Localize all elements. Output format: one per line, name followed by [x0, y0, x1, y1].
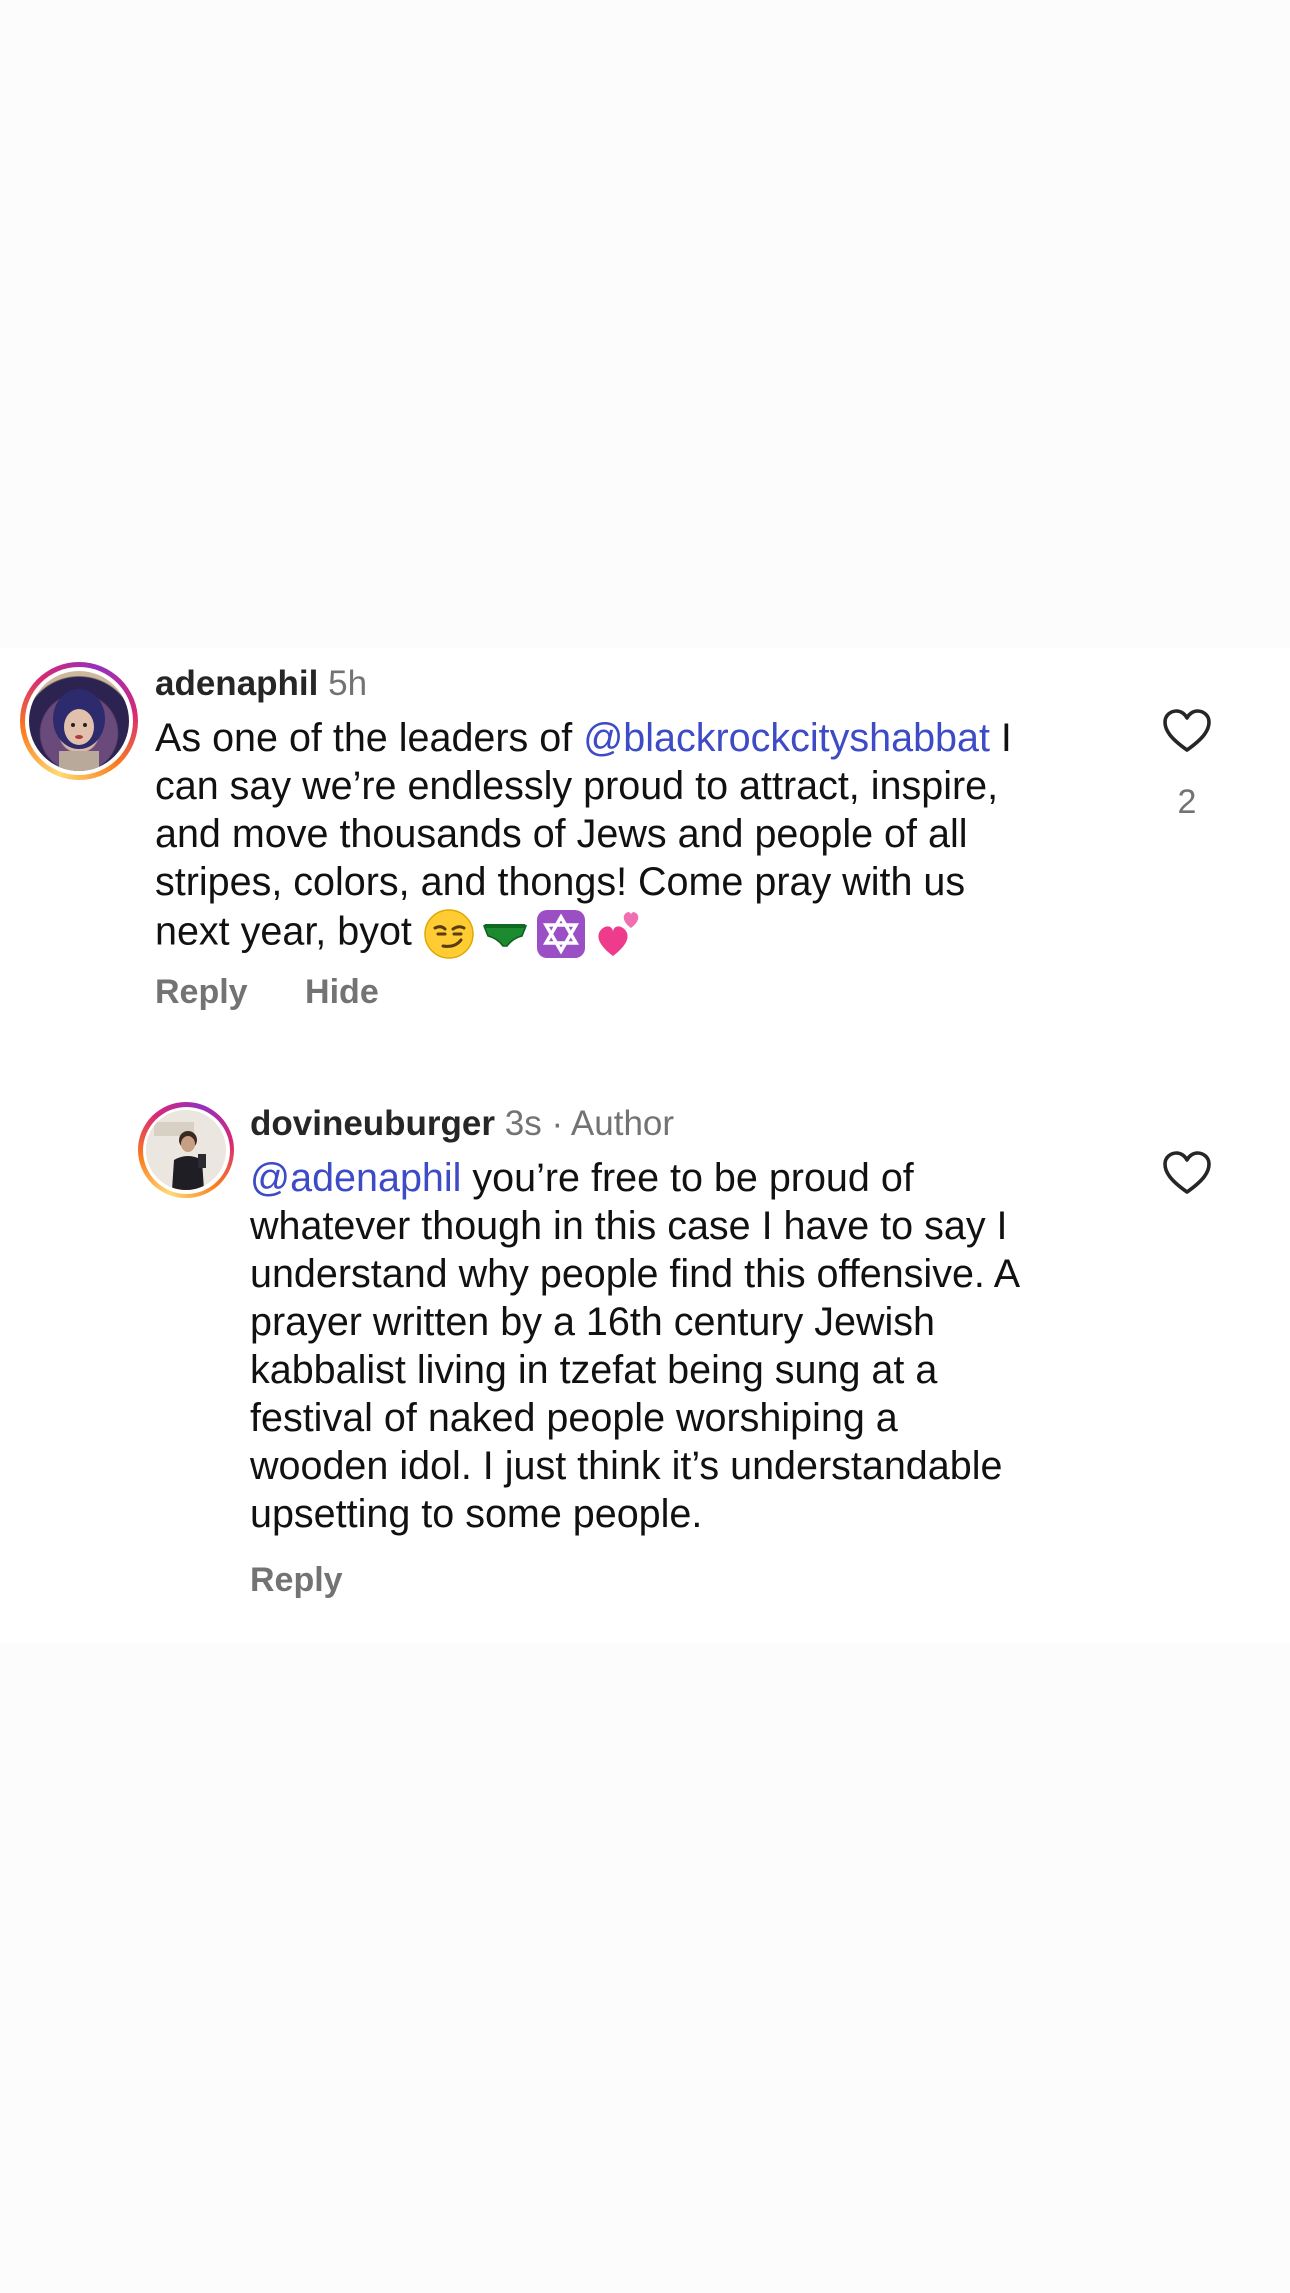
hide-button[interactable]: Hide: [305, 970, 379, 1014]
mention-link[interactable]: @adenaphil: [250, 1156, 461, 1200]
author-badge: · Author: [551, 1104, 675, 1143]
comment-line: prayer written by a 16th century Jewish: [250, 1300, 935, 1344]
comment-text: @adenaphil you’re free to be proud of wh…: [250, 1154, 1130, 1538]
comment-line: @adenaphil you’re free to be proud of: [250, 1156, 914, 1200]
comment-line: can say we’re endlessly proud to attract…: [155, 764, 999, 808]
comment-actions: Reply Hide: [155, 970, 379, 1014]
reply-button[interactable]: Reply: [250, 1558, 343, 1602]
comment-adenaphil: adenaphil 5h As one of the leaders of @b…: [0, 648, 1290, 1068]
timestamp: 3s: [504, 1104, 542, 1143]
profile-photo: [146, 1110, 226, 1190]
comment-header: dovineuburger 3s · Author: [250, 1102, 674, 1146]
avatar-dovineuburger[interactable]: [138, 1102, 234, 1198]
reply-button[interactable]: Reply: [155, 970, 248, 1014]
two-hearts-icon: [598, 912, 639, 956]
comments-panel: adenaphil 5h As one of the leaders of @b…: [0, 648, 1290, 1642]
comment-text: As one of the leaders of @blackrockcitys…: [155, 714, 1115, 962]
emoji-row: [423, 906, 645, 962]
star-of-david-icon: [536, 910, 585, 958]
profile-photo: [53, 689, 105, 771]
like-heart-icon[interactable]: [1162, 708, 1212, 754]
comment-line: As one of the leaders of @blackrockcitys…: [155, 716, 1012, 760]
mention-link[interactable]: @blackrockcityshabbat: [583, 716, 990, 760]
comment-dovineuburger: dovineuburger 3s · Author @adenaphil you…: [0, 1088, 1290, 1648]
comment-actions: Reply: [250, 1558, 343, 1602]
username[interactable]: adenaphil: [155, 664, 318, 703]
comment-line: stripes, colors, and thongs! Come pray w…: [155, 860, 966, 904]
like-count: 2: [1177, 783, 1197, 821]
avatar-adenaphil[interactable]: [20, 662, 138, 780]
comment-line: next year, byot: [155, 906, 1115, 962]
username[interactable]: dovineuburger: [250, 1104, 495, 1143]
comment-line: whatever though in this case I have to s…: [250, 1204, 1008, 1248]
comment-line: understand why people find this offensiv…: [250, 1252, 1021, 1296]
comment-line: and move thousands of Jews and people of…: [155, 812, 968, 856]
comment-header: adenaphil 5h: [155, 662, 367, 706]
like-heart-icon[interactable]: [1162, 1150, 1212, 1196]
comment-line: kabbalist living in tzefat being sung at…: [250, 1348, 938, 1392]
green-underwear-icon: [482, 924, 527, 947]
comment-line: wooden idol. I just think it’s understan…: [250, 1444, 1003, 1488]
smirking-face-icon: [424, 909, 474, 959]
timestamp: 5h: [328, 664, 368, 703]
comment-line: upsetting to some people.: [250, 1492, 703, 1536]
comment-line: festival of naked people worshiping a: [250, 1396, 898, 1440]
